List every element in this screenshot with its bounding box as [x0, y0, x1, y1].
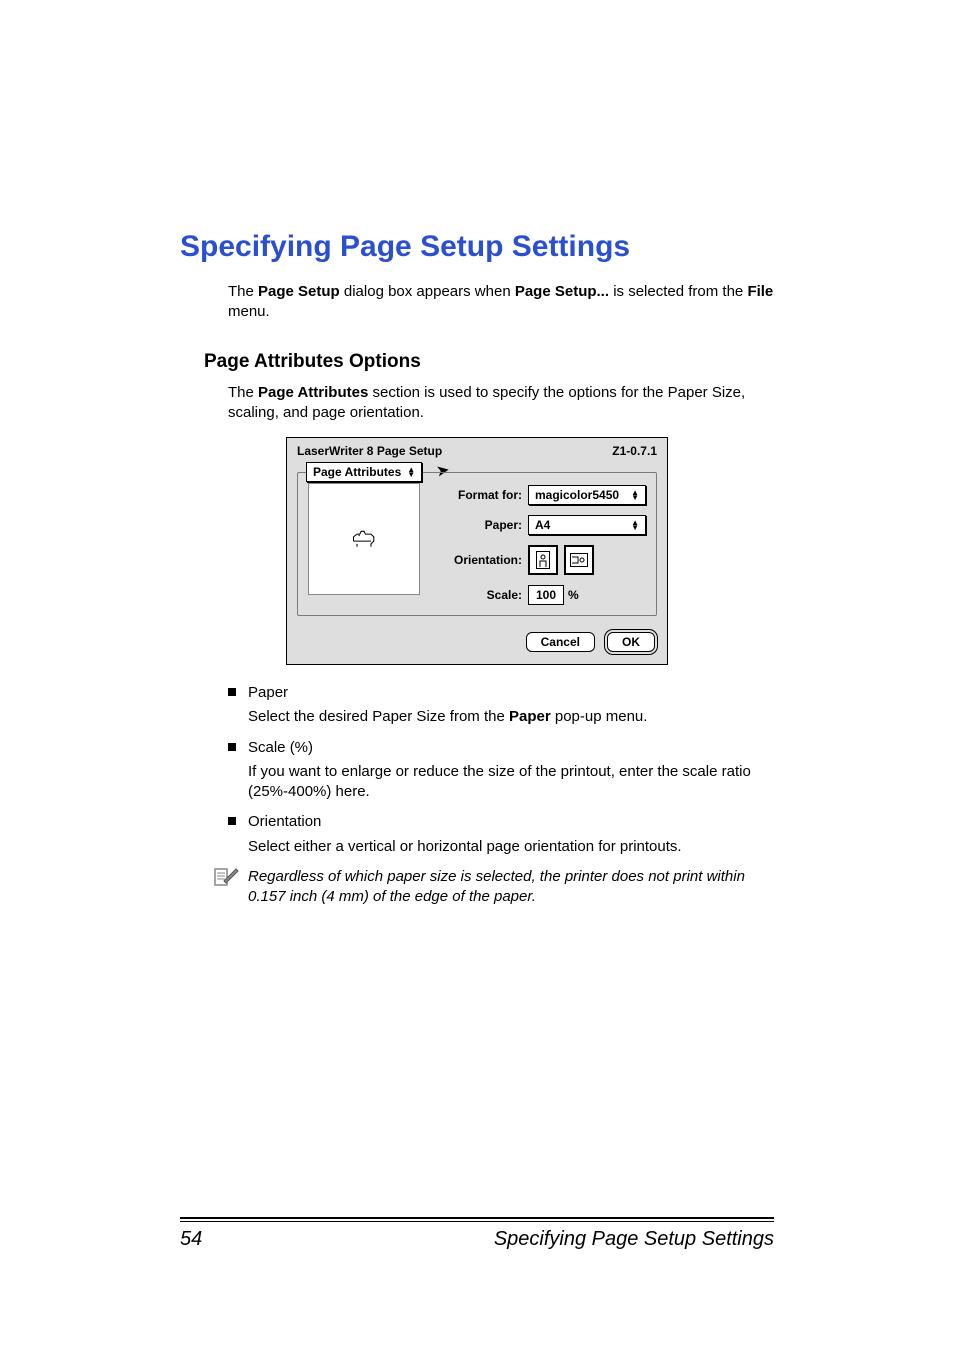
paper-label: Paper: [430, 518, 528, 532]
scale-input[interactable]: 100 [528, 585, 564, 605]
chevron-updown-icon: ▲▼ [407, 467, 415, 477]
bullet-orientation: Orientation [228, 812, 774, 832]
page-heading: Specifying Page Setup Settings [180, 230, 774, 264]
format-for-label: Format for: [430, 488, 528, 502]
bullet-scale: Scale (%) [228, 738, 774, 758]
page-setup-dialog: LaserWriter 8 Page Setup Z1-0.7.1 ➤ Page… [286, 437, 668, 665]
intro-paragraph: The Page Setup dialog box appears when P… [180, 282, 774, 323]
dialog-version: Z1-0.7.1 [612, 444, 657, 458]
page-footer: 54 Specifying Page Setup Settings [180, 1217, 774, 1251]
section-popup-value: Page Attributes [313, 465, 401, 479]
scale-label: Scale: [430, 588, 528, 602]
bullet-orientation-desc: Select either a vertical or horizontal p… [180, 837, 774, 857]
note-text: Regardless of which paper size is select… [242, 867, 774, 908]
text: is selected from the [609, 283, 747, 300]
format-for-popup[interactable]: magicolor5450 ▲▼ [528, 485, 646, 505]
orientation-label: Orientation: [430, 553, 528, 567]
text-bold: Page Attributes [258, 384, 368, 401]
dogcow-icon [350, 528, 378, 550]
text: Select the desired Paper Size from the [248, 708, 509, 725]
paper-value: A4 [535, 518, 550, 532]
dialog-title: LaserWriter 8 Page Setup [297, 444, 442, 458]
ok-button[interactable]: OK [607, 632, 655, 652]
note: Regardless of which paper size is select… [180, 867, 774, 908]
bullet-paper: Paper [228, 683, 774, 703]
orientation-landscape-button[interactable] [564, 545, 594, 575]
chevron-updown-icon: ▲▼ [631, 520, 639, 530]
cancel-button[interactable]: Cancel [526, 632, 595, 652]
text: The [228, 384, 258, 401]
section-heading: Page Attributes Options [204, 351, 774, 373]
text: dialog box appears when [340, 283, 515, 300]
text-bold: Page Setup [258, 283, 340, 300]
text-bold: File [747, 283, 773, 300]
bullet-paper-desc: Select the desired Paper Size from the P… [180, 707, 774, 727]
landscape-icon [570, 553, 588, 567]
note-icon [214, 867, 242, 892]
text-bold: Page Setup... [515, 283, 609, 300]
running-title: Specifying Page Setup Settings [494, 1228, 774, 1251]
text: menu. [228, 303, 270, 320]
orientation-portrait-button[interactable] [528, 545, 558, 575]
section-popup[interactable]: Page Attributes ▲▼ [306, 462, 422, 482]
page-number: 54 [180, 1228, 202, 1251]
text: pop-up menu. [551, 708, 648, 725]
paper-popup[interactable]: A4 ▲▼ [528, 515, 646, 535]
text-bold: Paper [509, 708, 551, 725]
scale-suffix: % [564, 588, 579, 602]
bullet-scale-desc: If you want to enlarge or reduce the siz… [180, 762, 774, 803]
text: The [228, 283, 258, 300]
chevron-updown-icon: ▲▼ [631, 490, 639, 500]
section-intro: The Page Attributes section is used to s… [180, 383, 774, 424]
format-for-value: magicolor5450 [535, 488, 619, 502]
portrait-icon [536, 551, 550, 569]
page-preview [308, 483, 420, 595]
